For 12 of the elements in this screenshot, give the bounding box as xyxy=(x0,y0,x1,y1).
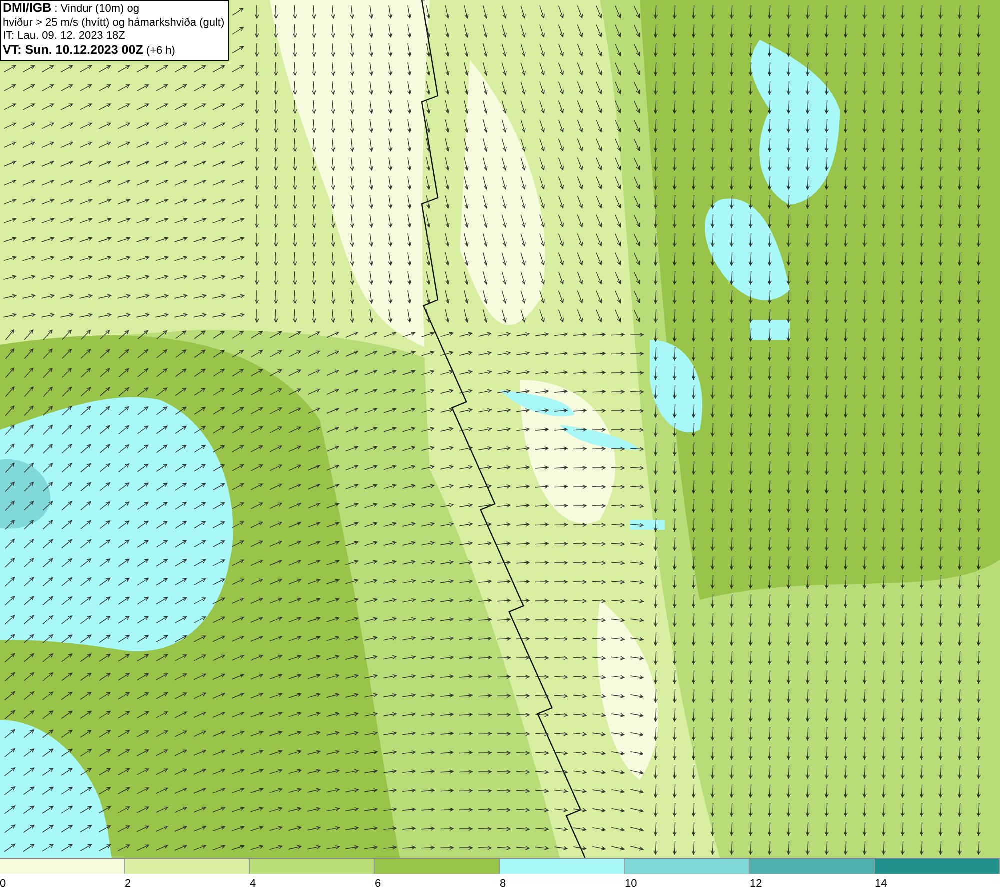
scale-tick-label: 2 xyxy=(125,878,132,887)
scale-tick-label: 0 xyxy=(0,878,6,887)
scale-tick-label: 14 xyxy=(875,878,888,887)
scale-tick-label: 6 xyxy=(375,878,382,887)
title-line: hviður > 25 m/s (hvítt) og hámarkshviða (gult) xyxy=(3,16,225,30)
scale-tick-label: 12 xyxy=(750,878,762,887)
title-line: DMI/IGB : Vindur (10m) og xyxy=(3,2,140,16)
scale-tick-label: 10 xyxy=(625,878,638,887)
title-line: VT: Sun. 10.12.2023 00Z (+6 h) xyxy=(3,44,176,58)
scale-tick-label: 8 xyxy=(500,878,506,887)
scale-tick-label: 4 xyxy=(250,878,256,887)
title-line: IT: Lau. 09. 12. 2023 18Z xyxy=(3,30,126,44)
